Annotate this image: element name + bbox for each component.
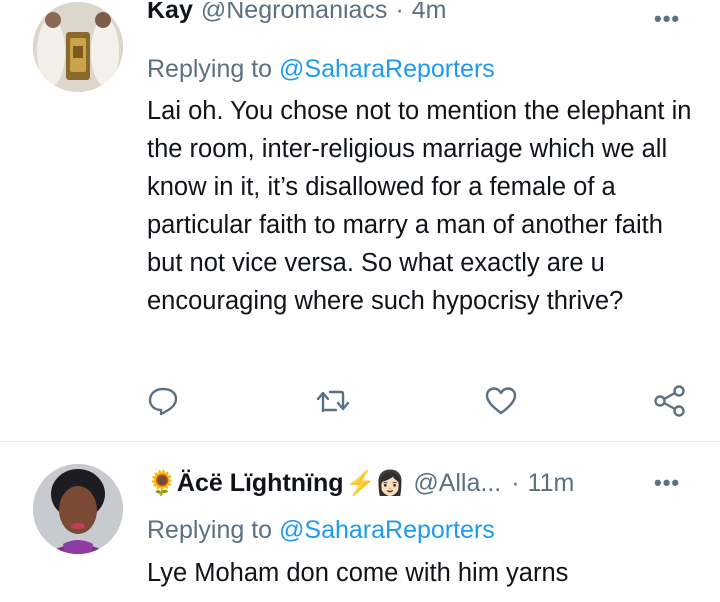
- avatar-image: [33, 464, 123, 554]
- more-icon[interactable]: •••: [654, 6, 680, 32]
- separator: ·: [395, 2, 404, 24]
- tweet-2-header: 🌻 Äcë Lïghtnïng ⚡👩🏻 @Alla... · 11m: [147, 466, 574, 500]
- reply-icon[interactable]: [145, 384, 181, 418]
- replying-to: Replying to @SaharaReporters: [147, 516, 495, 545]
- tweet-actions: [0, 384, 720, 418]
- lightning-woman-emoji: ⚡👩🏻: [345, 469, 406, 497]
- retweet-icon[interactable]: [315, 384, 351, 418]
- timestamp[interactable]: 11m: [528, 469, 575, 498]
- separator: ·: [511, 468, 520, 497]
- tweet-2[interactable]: 🌻 Äcë Lïghtnïng ⚡👩🏻 @Alla... · 11m ••• R…: [0, 442, 720, 602]
- mention-link[interactable]: @SaharaReporters: [279, 516, 495, 544]
- replying-label: Replying to: [147, 516, 273, 544]
- tweet-1-header: Kay @Negromaniacs · 4m: [147, 2, 447, 32]
- mention-link[interactable]: @SaharaReporters: [279, 55, 495, 83]
- handle[interactable]: @Negromaniacs: [201, 2, 388, 25]
- tweet-text: Lai oh. You chose not to mention the ele…: [147, 97, 692, 315]
- replying-to: Replying to @SaharaReporters: [147, 55, 495, 84]
- handle[interactable]: @Alla...: [413, 469, 501, 498]
- display-name[interactable]: Kay: [147, 2, 193, 25]
- avatar-tweet-2[interactable]: [33, 464, 123, 554]
- replying-label: Replying to: [147, 55, 273, 83]
- timestamp[interactable]: 4m: [412, 2, 447, 25]
- display-name[interactable]: Äcë Lïghtnïng: [177, 469, 344, 498]
- avatar-image: [33, 2, 123, 92]
- more-icon[interactable]: •••: [654, 470, 680, 496]
- sunflower-emoji: 🌻: [147, 469, 177, 497]
- tweet-1[interactable]: Kay @Negromaniacs · 4m ••• Replying to @…: [0, 0, 720, 441]
- avatar-tweet-1[interactable]: [33, 2, 123, 92]
- like-heart-icon[interactable]: [483, 384, 519, 418]
- share-icon[interactable]: [652, 384, 688, 418]
- tweet-text: Lye Moham don come with him yarns: [147, 559, 569, 587]
